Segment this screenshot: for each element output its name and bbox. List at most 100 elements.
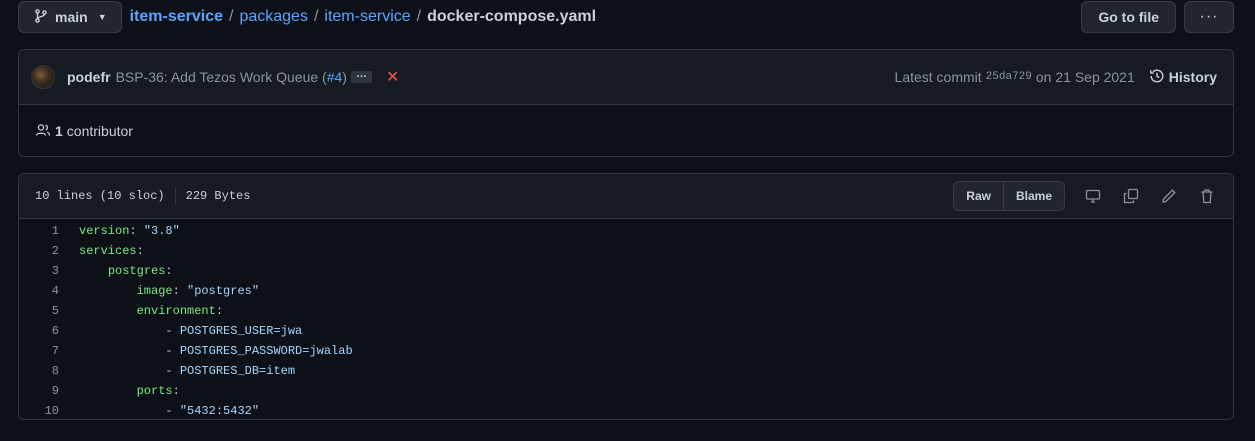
line-content: image: "postgres" bbox=[59, 284, 259, 298]
code-line: 5 environment: bbox=[19, 301, 1233, 321]
line-number[interactable]: 10 bbox=[19, 404, 59, 418]
code-line: 8 - POSTGRES_DB=item bbox=[19, 361, 1233, 381]
file-navigation: main ▼ item-service / packages / item-se… bbox=[18, 1, 1234, 33]
line-number[interactable]: 6 bbox=[19, 324, 59, 338]
pull-request-link[interactable]: #4 bbox=[327, 69, 343, 85]
yaml-value: "5432:5432" bbox=[179, 404, 260, 418]
breadcrumb-repo-link[interactable]: item-service bbox=[130, 8, 223, 26]
history-link[interactable]: History bbox=[1149, 68, 1217, 87]
yaml-punct: : bbox=[172, 284, 188, 298]
code-line: 4 image: "postgres" bbox=[19, 281, 1233, 301]
breadcrumb-separator: / bbox=[229, 8, 234, 25]
commit-message[interactable]: BSP-36: Add Tezos Work Queue (#4) bbox=[116, 69, 347, 85]
commit-meta: Latest commit 25da729 on 21 Sep 2021 bbox=[895, 69, 1135, 85]
line-content: - POSTGRES_DB=item bbox=[59, 364, 295, 378]
yaml-key: environment bbox=[136, 304, 216, 318]
breadcrumb-packages-link[interactable]: packages bbox=[239, 8, 308, 26]
code-line: 10 - "5432:5432" bbox=[19, 401, 1233, 419]
line-content: ports: bbox=[59, 384, 180, 398]
commit-row: podefr BSP-36: Add Tezos Work Queue (#4)… bbox=[19, 50, 1233, 105]
line-content: - POSTGRES_USER=jwa bbox=[59, 324, 302, 338]
line-content: environment: bbox=[59, 304, 223, 318]
file-lines-info: 10 lines (10 sloc) bbox=[35, 189, 165, 203]
caret-down-icon: ▼ bbox=[97, 12, 107, 22]
line-content: services: bbox=[59, 244, 144, 258]
line-content: postgres: bbox=[59, 264, 173, 278]
raw-blame-group: Raw Blame bbox=[953, 181, 1065, 211]
commit-sha-link[interactable]: 25da729 bbox=[986, 71, 1032, 83]
code-line: 7 - POSTGRES_PASSWORD=jwalab bbox=[19, 341, 1233, 361]
commit-date: on 21 Sep 2021 bbox=[1035, 69, 1135, 85]
git-branch-icon bbox=[33, 8, 49, 27]
line-content: version: "3.8" bbox=[59, 224, 180, 238]
yaml-punct: : bbox=[172, 384, 180, 398]
line-content: - "5432:5432" bbox=[59, 404, 259, 418]
branch-selector-button[interactable]: main ▼ bbox=[18, 1, 122, 33]
failed-status-icon[interactable]: ✕ bbox=[386, 67, 399, 87]
go-to-file-button[interactable]: Go to file bbox=[1081, 1, 1176, 33]
yaml-value: POSTGRES_DB=item bbox=[179, 364, 296, 378]
file-header: 10 lines (10 sloc) 229 Bytes Raw Blame bbox=[19, 174, 1233, 219]
yaml-punct: - bbox=[165, 324, 180, 338]
contributor-count: 1 bbox=[55, 123, 63, 139]
pencil-icon[interactable] bbox=[1159, 186, 1179, 206]
breadcrumb: item-service / packages / item-service /… bbox=[130, 8, 596, 26]
line-number[interactable]: 1 bbox=[19, 224, 59, 238]
yaml-key: ports bbox=[136, 384, 173, 398]
yaml-punct: - bbox=[165, 364, 180, 378]
people-icon bbox=[35, 122, 51, 141]
history-icon bbox=[1149, 68, 1165, 87]
divider bbox=[174, 187, 176, 205]
code-line: 3 postgres: bbox=[19, 261, 1233, 281]
yaml-key: version bbox=[79, 224, 130, 238]
breadcrumb-separator: / bbox=[416, 8, 422, 25]
line-number[interactable]: 2 bbox=[19, 244, 59, 258]
line-content: - POSTGRES_PASSWORD=jwalab bbox=[59, 344, 353, 358]
blame-button[interactable]: Blame bbox=[1002, 182, 1064, 210]
line-number[interactable]: 3 bbox=[19, 264, 59, 278]
yaml-key: services bbox=[79, 244, 137, 258]
line-number[interactable]: 8 bbox=[19, 364, 59, 378]
breadcrumb-file-name: docker-compose.yaml bbox=[427, 8, 597, 25]
breadcrumb-item-service-link[interactable]: item-service bbox=[324, 8, 410, 26]
yaml-punct: : bbox=[215, 304, 224, 318]
yaml-value: "postgres" bbox=[187, 284, 260, 298]
branch-name: main bbox=[55, 9, 88, 25]
line-number[interactable]: 9 bbox=[19, 384, 59, 398]
yaml-key: postgres bbox=[107, 264, 166, 278]
breadcrumb-separator: / bbox=[313, 8, 319, 25]
yaml-key: image bbox=[136, 284, 173, 298]
yaml-value: "3.8" bbox=[143, 224, 180, 238]
top-actions: Go to file ··· bbox=[1081, 1, 1234, 33]
avatar[interactable] bbox=[31, 65, 55, 89]
code-line: 9 ports: bbox=[19, 381, 1233, 401]
yaml-punct: : bbox=[165, 264, 173, 278]
latest-commit-label: Latest commit bbox=[894, 69, 982, 85]
contributor-label: contributor bbox=[66, 123, 133, 139]
code-view: 1 version: "3.8" 2 services: 3 postgres: 4 im… bbox=[19, 219, 1233, 419]
more-options-button[interactable]: ··· bbox=[1184, 1, 1234, 33]
yaml-punct: : bbox=[129, 224, 144, 238]
yaml-punct: - bbox=[165, 404, 180, 418]
line-number[interactable]: 7 bbox=[19, 344, 59, 358]
latest-commit-box: podefr BSP-36: Add Tezos Work Queue (#4)… bbox=[18, 49, 1234, 157]
trash-icon[interactable] bbox=[1197, 186, 1217, 206]
file-actions: Raw Blame bbox=[953, 181, 1217, 211]
contributors-row[interactable]: 1 contributor bbox=[19, 105, 1233, 157]
yaml-value: POSTGRES_USER=jwa bbox=[179, 324, 303, 338]
yaml-punct: : bbox=[136, 244, 144, 258]
expand-commit-message-button[interactable]: … bbox=[350, 69, 372, 83]
code-line: 6 - POSTGRES_USER=jwa bbox=[19, 321, 1233, 341]
file-size: 229 Bytes bbox=[185, 189, 251, 203]
commit-author-link[interactable]: podefr bbox=[67, 69, 111, 85]
line-number[interactable]: 5 bbox=[19, 304, 59, 318]
yaml-punct: - bbox=[165, 344, 180, 358]
raw-button[interactable]: Raw bbox=[954, 182, 1003, 210]
desktop-icon[interactable] bbox=[1083, 186, 1103, 206]
yaml-value: POSTGRES_PASSWORD=jwalab bbox=[179, 344, 353, 358]
copy-icon[interactable] bbox=[1121, 186, 1141, 206]
code-line: 1 version: "3.8" bbox=[19, 221, 1233, 241]
file-viewer: 10 lines (10 sloc) 229 Bytes Raw Blame 1… bbox=[18, 173, 1234, 420]
line-number[interactable]: 4 bbox=[19, 284, 59, 298]
code-line: 2 services: bbox=[19, 241, 1233, 261]
